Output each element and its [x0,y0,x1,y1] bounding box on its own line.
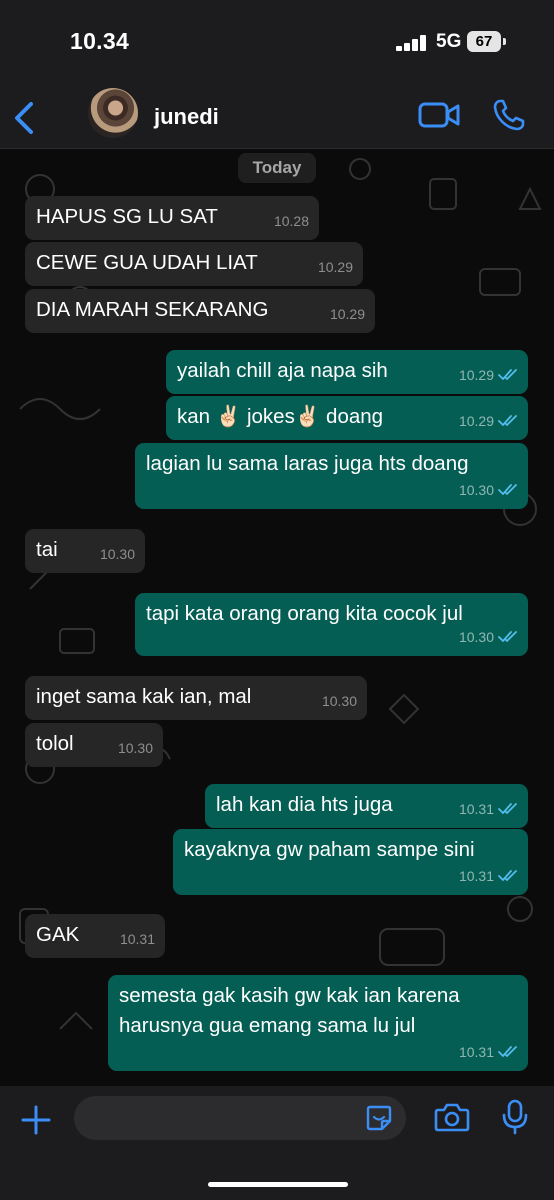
message-time: 10.29 [458,367,494,383]
avatar[interactable] [88,88,138,138]
message-text: CEWE GUA UDAH LIAT [36,251,258,274]
read-receipt-icon [498,369,517,380]
message-text: inget sama kak ian, mal [36,685,252,708]
chat-header: junedi [0,88,554,149]
message-time: 10.30 [458,482,494,498]
message-time: 10.31 [119,931,155,947]
incoming-message[interactable]: CEWE GUA UDAH LIAT 10.29 [25,242,363,286]
message-text: harusnya gua emang sama lu jul [119,1014,416,1037]
message-text: lagian lu sama laras juga hts doang [146,452,469,475]
message-text: lah kan dia hts juga [216,793,393,816]
message-time: 10.30 [117,740,153,756]
message-meta: 10.31 [459,1038,518,1066]
message-time: 10.30 [99,546,135,562]
message-meta: 10.29 [459,361,518,389]
message-text: tapi kata orang orang kita cocok jul [146,602,463,625]
phone-call-icon[interactable] [492,98,526,132]
message-meta: 10.31 [120,925,155,953]
message-text: tolol [36,732,74,755]
battery-icon: 67 [467,31,501,52]
message-meta: 10.30 [118,734,153,762]
contact-name[interactable]: junedi [154,104,219,130]
battery-tip [503,38,506,45]
incoming-message[interactable]: GAK 10.31 [25,914,165,958]
outgoing-message[interactable]: lah kan dia hts juga 10.31 [205,784,528,828]
status-bar: 10.34 5G 67 [0,0,554,88]
outgoing-message[interactable]: semesta gak kasih gw kak ian karena harus… [108,975,528,1071]
read-receipt-icon [498,631,517,642]
sticker-icon[interactable] [366,1105,392,1131]
chat-area[interactable]: Today HAPUS SG LU SAT 10.28 CEWE GUA UDAH … [0,149,554,1086]
outgoing-message[interactable]: kan ✌🏻 jokes✌🏻 doang 10.29 [166,396,528,440]
message-meta: 10.31 [459,795,518,823]
camera-icon[interactable] [434,1102,470,1132]
outgoing-message[interactable]: tapi kata orang orang kita cocok jul 10.3… [135,593,528,656]
message-input[interactable] [74,1096,406,1140]
microphone-icon[interactable] [502,1099,528,1135]
message-meta: 10.30 [459,476,518,504]
read-receipt-icon [498,1046,517,1057]
message-meta: 10.30 [100,540,135,568]
back-chevron-icon[interactable] [10,98,40,138]
message-time: 10.30 [458,629,494,645]
status-time: 10.34 [70,28,130,54]
message-text: kayaknya gw paham sampe sini [184,838,475,861]
read-receipt-icon [498,484,517,495]
incoming-message[interactable]: tai 10.30 [25,529,145,573]
message-meta: 10.28 [274,207,309,235]
read-receipt-icon [498,870,517,881]
message-text: HAPUS SG LU SAT [36,205,218,228]
message-time: 10.30 [321,693,357,709]
incoming-message[interactable]: HAPUS SG LU SAT 10.28 [25,196,319,240]
message-time: 10.29 [458,413,494,429]
outgoing-message[interactable]: lagian lu sama laras juga hts doang 10.30 [135,443,528,509]
home-indicator [208,1182,348,1187]
message-meta: 10.30 [459,623,518,651]
message-time: 10.31 [458,868,494,884]
message-text: yailah chill aja napa sih [177,359,388,382]
signal-icon [396,35,430,51]
message-meta: 10.29 [318,253,353,281]
read-receipt-icon [498,803,517,814]
message-time: 10.31 [458,801,494,817]
incoming-message[interactable]: DIA MARAH SEKARANG 10.29 [25,289,375,333]
message-text: tai [36,538,58,561]
message-text: GAK [36,923,80,946]
outgoing-message[interactable]: kayaknya gw paham sampe sini 10.31 [173,829,528,895]
message-time: 10.31 [458,1044,494,1060]
message-meta: 10.29 [459,407,518,435]
message-text: kan ✌🏻 jokes✌🏻 doang [177,405,384,428]
message-text: DIA MARAH SEKARANG [36,298,269,321]
incoming-message[interactable]: tolol 10.30 [25,723,163,767]
message-meta: 10.30 [322,687,357,715]
message-meta: 10.31 [459,862,518,890]
message-meta: 10.29 [330,300,365,328]
message-time: 10.28 [273,213,309,229]
message-time: 10.29 [317,259,353,275]
video-call-icon[interactable] [418,100,460,130]
read-receipt-icon [498,415,517,426]
message-time: 10.29 [329,306,365,322]
incoming-message[interactable]: inget sama kak ian, mal 10.30 [25,676,367,720]
composer-bar [0,1086,554,1200]
outgoing-message[interactable]: yailah chill aja napa sih 10.29 [166,350,528,394]
plus-icon[interactable] [20,1104,52,1136]
message-text: semesta gak kasih gw kak ian karena [119,984,460,1007]
network-type: 5G [436,31,462,52]
date-separator: Today [238,153,316,183]
